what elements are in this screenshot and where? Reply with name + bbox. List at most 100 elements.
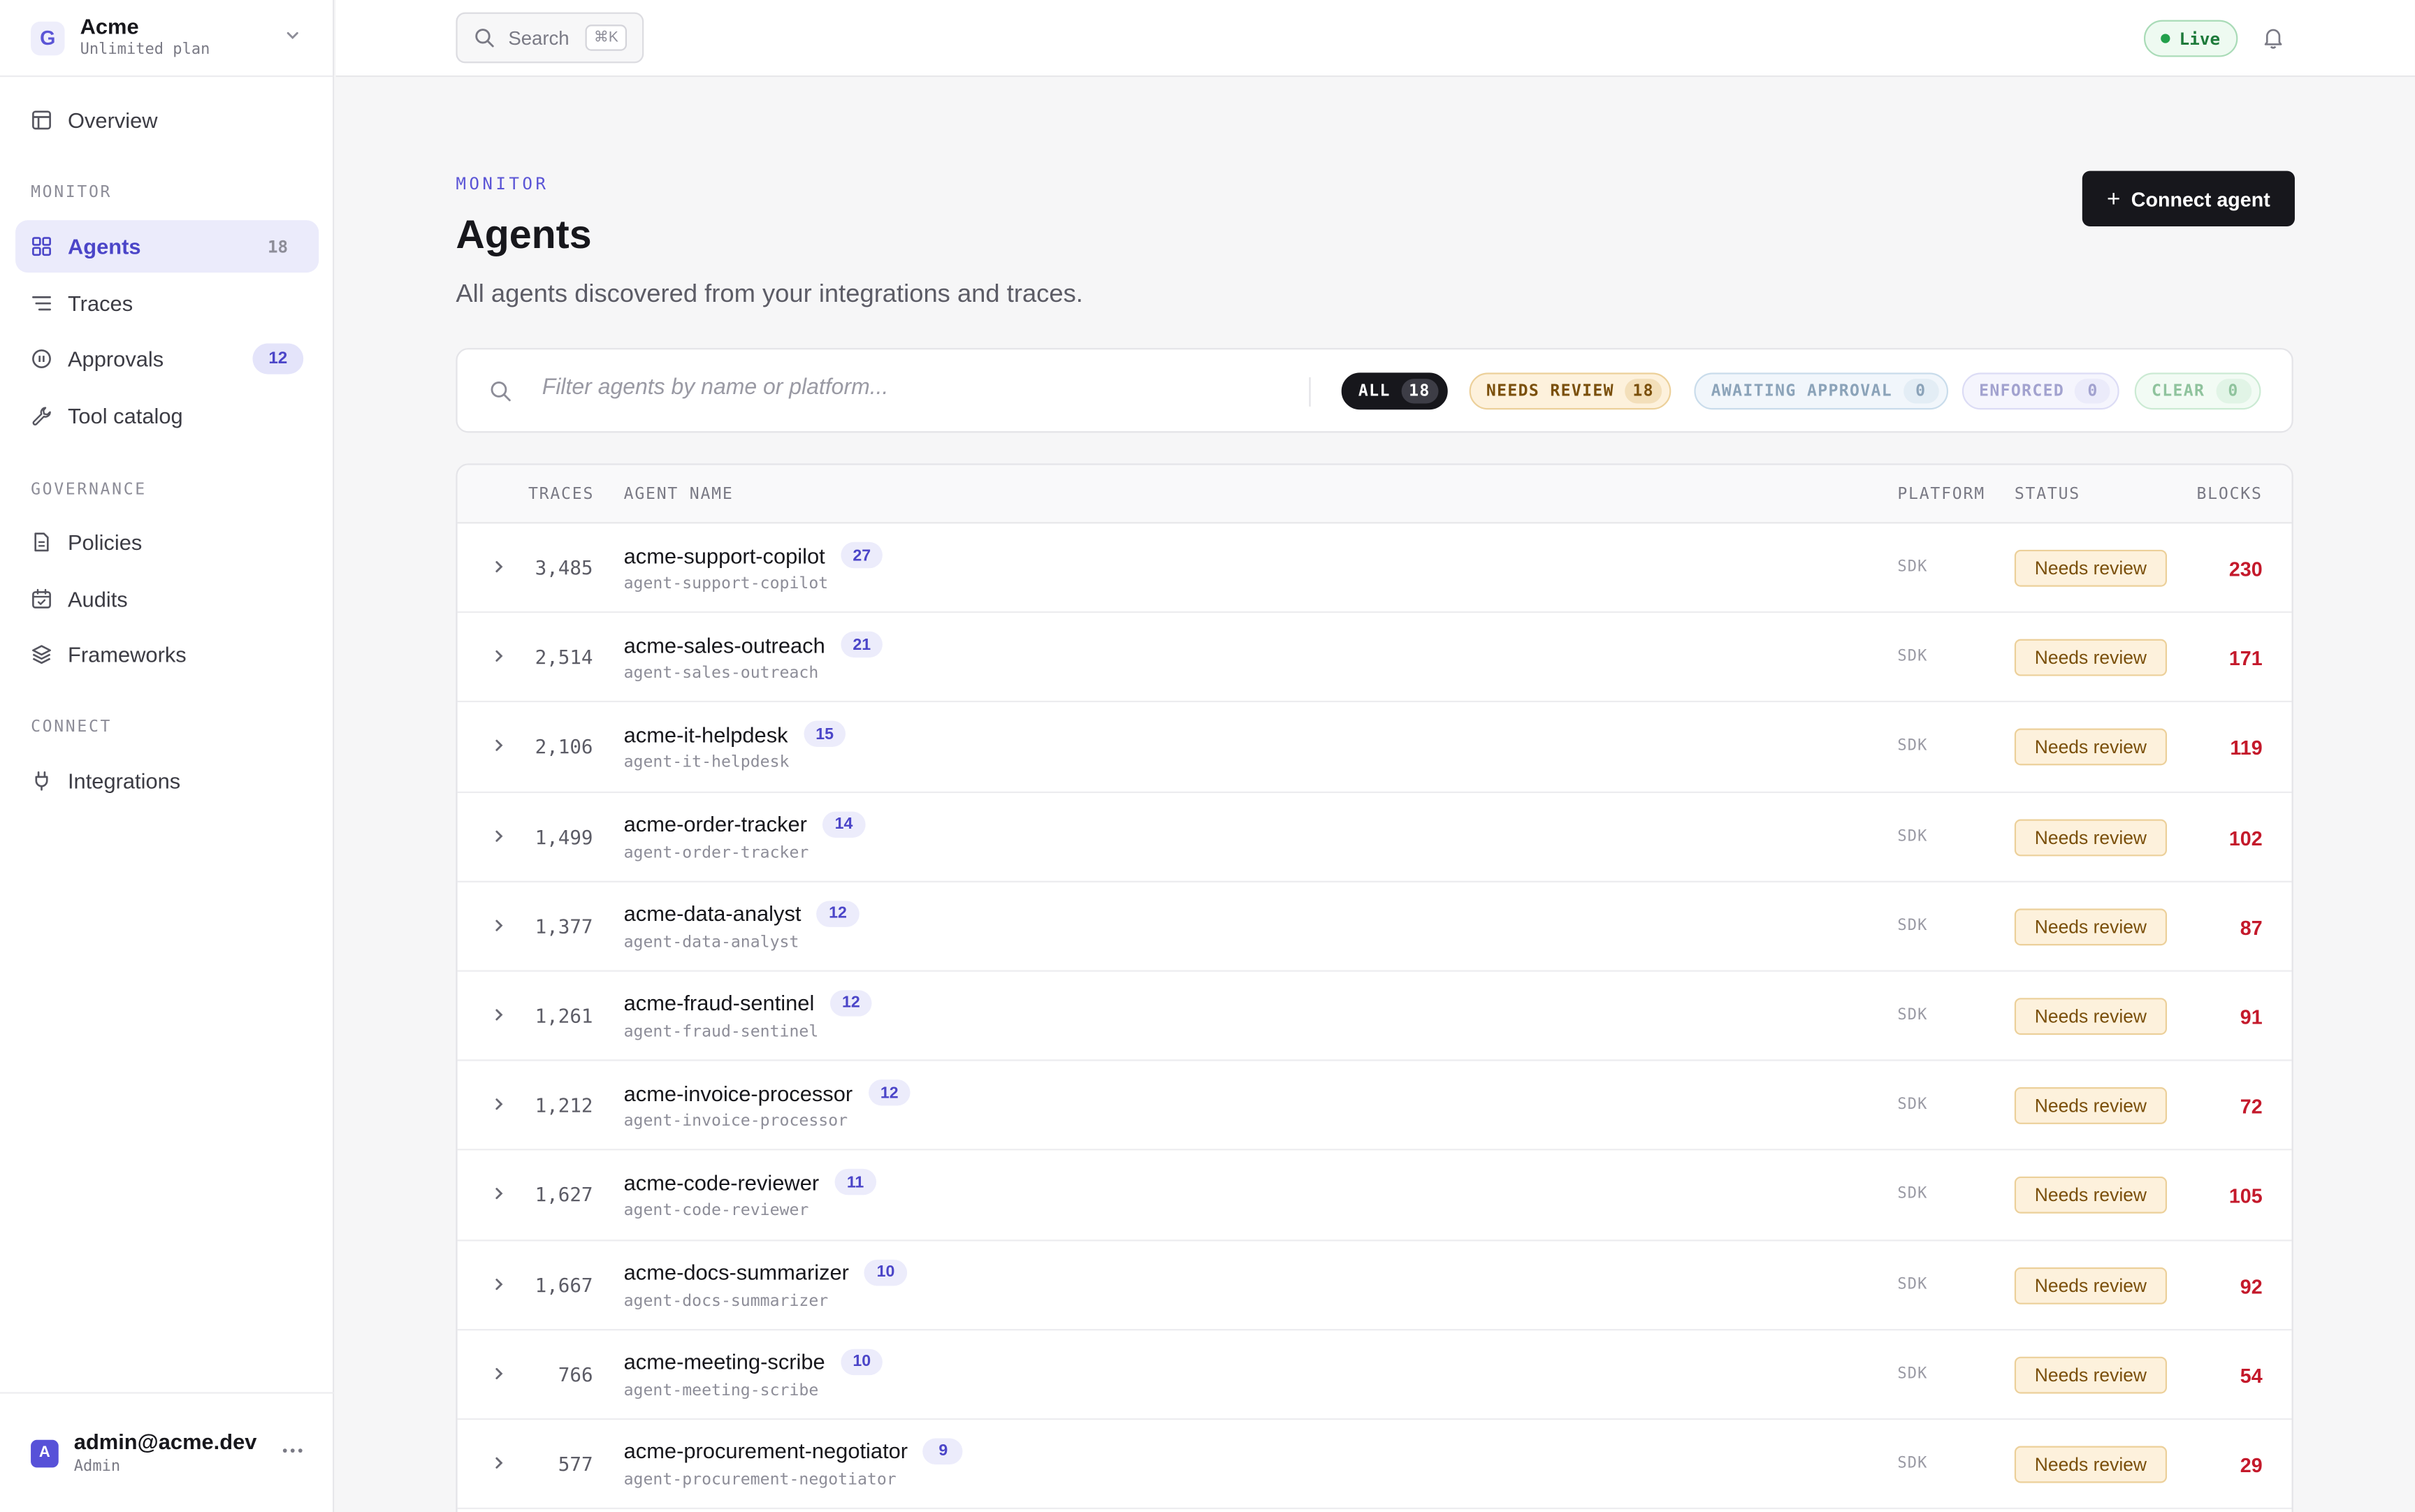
column-agent-name[interactable]: AGENT NAME	[624, 485, 734, 503]
trace-count: 1,212	[535, 1093, 593, 1117]
agent-name-label: acme-order-tracker	[623, 811, 807, 836]
agent-name[interactable]: acme-docs-summarizer 10	[624, 1258, 908, 1286]
agent-name[interactable]: acme-meeting-scribe 10	[624, 1349, 883, 1375]
workspace-name: Acme	[80, 13, 139, 39]
live-status-badge[interactable]: Live	[2143, 20, 2238, 57]
chip-count: 18	[1401, 379, 1438, 404]
chip-count: 0	[1903, 379, 1939, 404]
sidebar-item-tool-catalog[interactable]: Tool catalog	[15, 390, 319, 442]
table-row[interactable]: 1,212 acme-invoice-processor 12 agent-in…	[457, 1061, 2292, 1151]
column-traces[interactable]: TRACES	[528, 485, 594, 503]
chevron-right-icon[interactable]	[490, 1005, 508, 1024]
filter-chip-clear[interactable]: CLEAR 0	[2134, 372, 2261, 410]
sidebar-item-integrations[interactable]: Integrations	[15, 755, 319, 807]
column-status[interactable]: STATUS	[2015, 485, 2080, 503]
agent-name[interactable]: acme-order-tracker 14	[623, 810, 866, 838]
list-icon	[32, 296, 51, 311]
agent-event-count-badge: 10	[840, 1349, 883, 1375]
table-row[interactable]: 1,627 acme-code-reviewer 11 agent-code-r…	[457, 1151, 2292, 1241]
bell-icon[interactable]	[2263, 26, 2284, 49]
table-row[interactable]: 577 acme-procurement-negotiator 9 agent-…	[457, 1420, 2292, 1510]
table-body: 3,485 acme-support-copilot 27 agent-supp…	[457, 523, 2292, 1510]
agent-name[interactable]: acme-fraud-sentinel 12	[624, 990, 873, 1017]
sidebar-item-label: Frameworks	[67, 642, 187, 667]
sidebar-item-label: Policies	[67, 530, 143, 555]
filter-input[interactable]: Filter agents by name or platform...	[542, 376, 889, 400]
status-badge: Needs review	[2014, 1087, 2168, 1125]
column-platform[interactable]: PLATFORM	[1897, 485, 1985, 503]
agent-slug: agent-sales-outreach	[623, 664, 819, 683]
status-badge: Needs review	[2014, 1446, 2168, 1483]
chevron-right-icon[interactable]	[490, 1274, 508, 1293]
agent-name[interactable]: acme-data-analyst 12	[624, 900, 860, 927]
agent-event-count-badge: 12	[868, 1080, 911, 1106]
search-button[interactable]: Search ⌘K	[456, 12, 644, 64]
calendar-check-icon	[32, 588, 51, 609]
status-badge: Needs review	[2014, 818, 2168, 856]
filter-chip-all[interactable]: ALL 18	[1341, 372, 1447, 410]
agent-event-count-badge: 14	[822, 810, 866, 838]
chevron-right-icon[interactable]	[490, 1453, 508, 1471]
sidebar-item-agents[interactable]: Agents 18	[15, 220, 319, 273]
agent-name[interactable]: acme-procurement-negotiator 9	[624, 1438, 964, 1464]
sidebar-item-frameworks[interactable]: Frameworks	[15, 628, 319, 681]
chevron-down-icon[interactable]	[284, 26, 302, 44]
table-row[interactable]: 3,485 acme-support-copilot 27 agent-supp…	[457, 523, 2292, 613]
chevron-right-icon[interactable]	[490, 1364, 508, 1382]
table-row[interactable]: 2,514 acme-sales-outreach 21 agent-sales…	[457, 613, 2292, 703]
table-row[interactable]: 1,667 acme-docs-summarizer 10 agent-docs…	[457, 1240, 2292, 1330]
filter-chip-needs-review[interactable]: NEEDS REVIEW 18	[1469, 372, 1671, 410]
agent-slug: agent-meeting-scribe	[623, 1381, 819, 1400]
trace-count: 1,627	[535, 1183, 593, 1207]
sidebar-item-approvals[interactable]: Approvals 12	[15, 333, 319, 385]
sidebar-item-audits[interactable]: Audits	[15, 573, 319, 625]
agent-name[interactable]: acme-invoice-processor 12	[623, 1080, 911, 1106]
block-count: 72	[2240, 1095, 2263, 1119]
chevron-right-icon[interactable]	[490, 558, 508, 576]
agent-name[interactable]: acme-sales-outreach 21	[624, 632, 883, 658]
chevron-right-icon[interactable]	[490, 1095, 508, 1113]
chevron-right-icon[interactable]	[490, 647, 508, 665]
agent-slug: agent-data-analyst	[623, 933, 799, 952]
agent-event-count-badge: 21	[840, 632, 883, 658]
trace-count: 1,499	[535, 824, 593, 848]
agent-slug: agent-docs-summarizer	[623, 1291, 829, 1310]
filter-chip-enforced[interactable]: ENFORCED 0	[1961, 372, 2120, 410]
more-horizontal-icon[interactable]	[282, 1446, 303, 1455]
table-row[interactable]: 1,377 acme-data-analyst 12 agent-data-an…	[457, 882, 2292, 972]
agent-event-count-badge: 12	[829, 990, 873, 1017]
connect-agent-button[interactable]: + Connect agent	[2082, 170, 2295, 226]
chip-label: NEEDS REVIEW	[1486, 381, 1614, 401]
chevron-right-icon[interactable]	[490, 827, 508, 845]
search-label: Search	[508, 27, 570, 49]
column-blocks[interactable]: BLOCKS	[2196, 485, 2262, 503]
status-badge: Needs review	[2014, 998, 2168, 1035]
agent-name[interactable]: acme-code-reviewer 11	[623, 1169, 876, 1195]
agent-name-label: acme-code-reviewer	[623, 1170, 820, 1195]
user-menu[interactable]: A admin@acme.dev Admin	[0, 1392, 335, 1512]
sidebar-item-traces[interactable]: Traces	[15, 277, 319, 330]
filter-chip-awaiting-approval[interactable]: AWAITING APPROVAL 0	[1694, 372, 1948, 410]
table-row[interactable]: 766 acme-meeting-scribe 10 agent-meeting…	[457, 1330, 2292, 1420]
sidebar-item-overview[interactable]: Overview	[15, 94, 319, 146]
agent-name[interactable]: acme-support-copilot 27	[623, 541, 883, 569]
agent-name-label: acme-support-copilot	[623, 542, 825, 568]
table-row[interactable]: 1,261 acme-fraud-sentinel 12 agent-fraud…	[457, 972, 2292, 1061]
chevron-right-icon[interactable]	[490, 736, 508, 755]
workspace-switcher[interactable]: G Acme Unlimited plan	[0, 0, 333, 78]
page-subtitle: All agents discovered from your integrat…	[456, 280, 1083, 308]
agent-name[interactable]: acme-it-helpdesk 15	[624, 721, 846, 748]
page-title: Agents	[456, 210, 592, 258]
table-row[interactable]: 1,499 acme-order-tracker 14 agent-order-…	[457, 792, 2292, 882]
nav-section-governance: GOVERNANCE	[31, 480, 147, 500]
agent-name-label: acme-invoice-processor	[623, 1080, 853, 1105]
chip-count: 0	[2075, 379, 2111, 404]
status-badge: Needs review	[2014, 908, 2168, 945]
nav-section-monitor: MONITOR	[31, 183, 113, 202]
trace-count: 2,106	[535, 735, 593, 759]
table-row[interactable]: 2,106 acme-it-helpdesk 15 agent-it-helpd…	[457, 703, 2292, 793]
table-header: TRACES AGENT NAME PLATFORM STATUS BLOCKS	[457, 465, 2292, 524]
sidebar-item-policies[interactable]: Policies	[15, 516, 319, 568]
chevron-right-icon[interactable]	[490, 916, 508, 934]
chevron-right-icon[interactable]	[490, 1185, 508, 1203]
